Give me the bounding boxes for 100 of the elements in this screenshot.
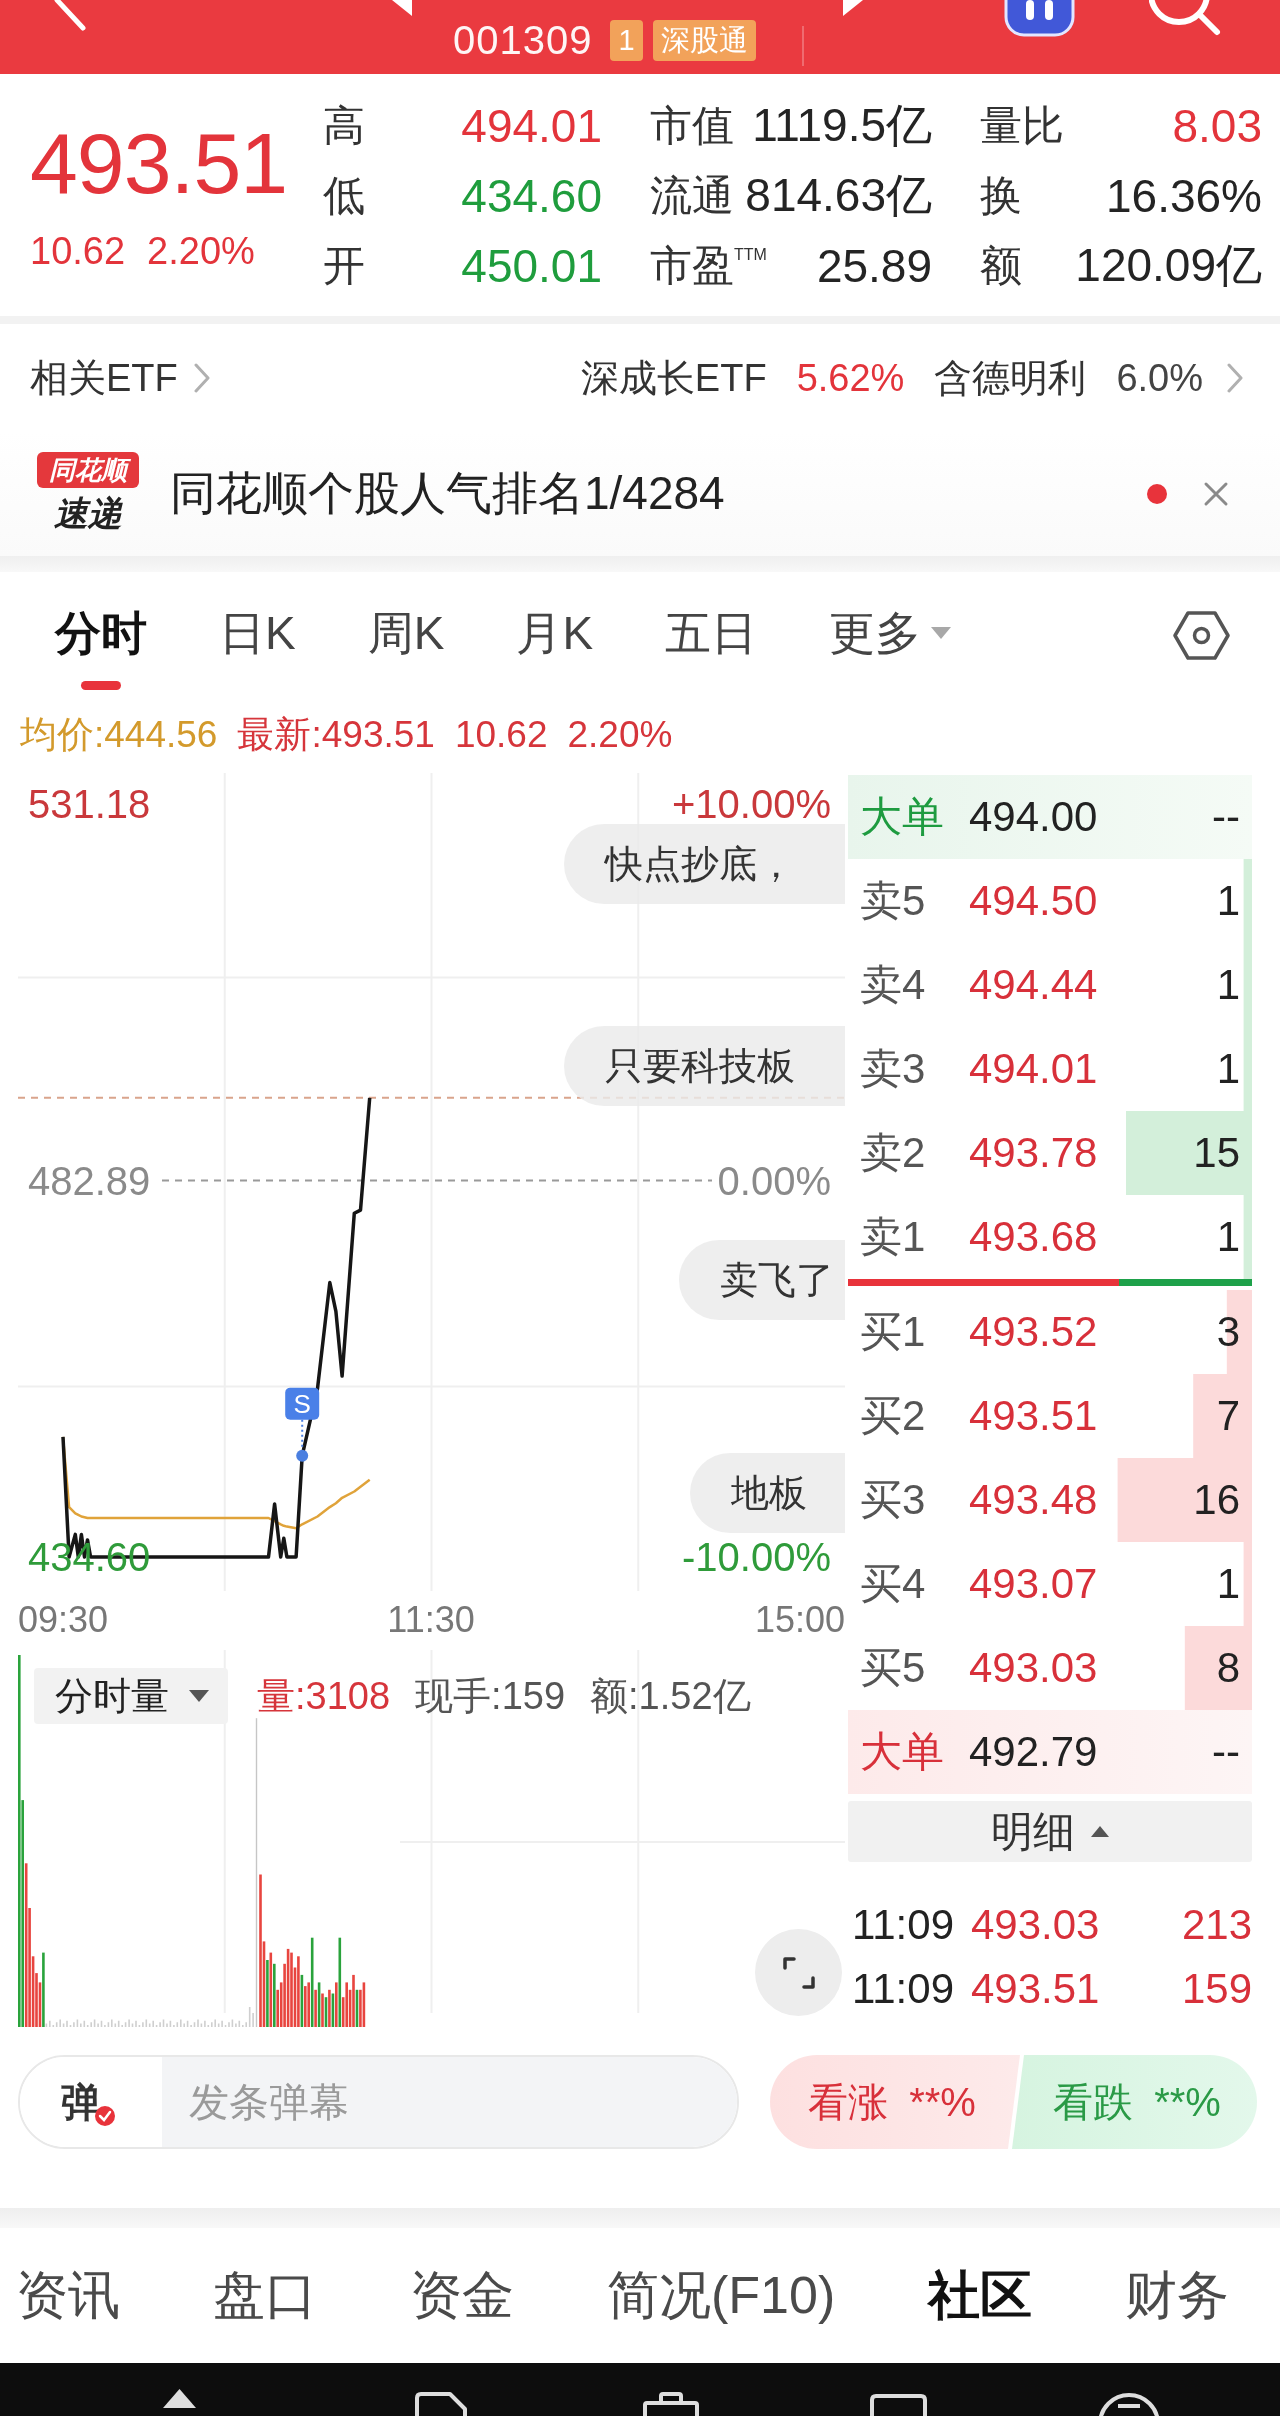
order-level-label: 买4 — [860, 1559, 927, 1609]
order-level-label: 买3 — [860, 1475, 927, 1525]
order-level-label: 买2 — [860, 1391, 927, 1441]
order-price: 494.01 — [969, 1045, 1099, 1093]
time-axis-label: 09:30 — [17, 1600, 109, 1640]
section-tab[interactable]: 简况(F10) — [607, 2260, 836, 2331]
section-tab[interactable]: 社区 — [928, 2260, 1033, 2331]
order-price: 494.44 — [969, 961, 1099, 1009]
time-axis-label: 11:30 — [387, 1600, 475, 1640]
chart-tab[interactable]: 日K — [219, 608, 296, 690]
stat-value: 25.89 — [816, 239, 932, 293]
news-headline[interactable]: 同花顺个股人气排名1/4284 — [170, 463, 725, 525]
large-order-label: 大单 — [860, 792, 945, 842]
arrow-right-icon[interactable] — [842, 0, 863, 16]
stat-label: 市值 — [650, 101, 734, 151]
volume-total: 量:3108 — [257, 1673, 391, 1719]
percent-change: 2.20% — [147, 229, 255, 273]
trade-price: 493.03 — [971, 1901, 1101, 1949]
stat-label: 市盈$^{TTM}$ — [650, 241, 767, 291]
etf-change: 6.0% — [1116, 356, 1203, 400]
stat-label: 额 — [980, 241, 1022, 291]
stat-label: 低 — [323, 171, 365, 221]
detail-toggle[interactable]: 明细 — [848, 1801, 1252, 1862]
order-level-label: 卖3 — [860, 1044, 927, 1094]
chart-tab[interactable]: 五日 — [665, 608, 758, 690]
bullish-vote-button[interactable]: 看涨 **% — [770, 2055, 1020, 2149]
chevron-right-icon[interactable] — [1227, 363, 1243, 393]
large-order-price: 492.79 — [969, 1728, 1099, 1776]
related-etf-link[interactable]: 相关ETF — [30, 352, 210, 404]
stat-value: 120.09亿 — [1075, 238, 1262, 293]
danmaku-bubble: 卖飞了 — [679, 1240, 845, 1320]
order-quantity: 7 — [1216, 1392, 1240, 1440]
current-lot: 现手:159 — [415, 1673, 566, 1719]
order-price: 493.52 — [969, 1308, 1099, 1356]
arrow-left-icon[interactable] — [392, 0, 412, 16]
time-axis-label: 15:00 — [754, 1600, 845, 1640]
stat-label: 高 — [323, 101, 365, 151]
danmaku-bubble: 地板 — [690, 1453, 845, 1533]
bag-icon[interactable] — [642, 2392, 700, 2416]
brand-logo: 同花顺 速递 — [37, 452, 139, 536]
settings-icon[interactable] — [1173, 610, 1230, 661]
robot-icon[interactable] — [1003, 0, 1075, 37]
order-quantity: 16 — [1193, 1476, 1240, 1524]
percent-axis-label: 0.00% — [717, 1160, 831, 1201]
trade-volume: 213 — [1181, 1901, 1252, 1949]
stat-value: 1119.5亿 — [752, 98, 932, 153]
last-price: 493.51 — [30, 118, 289, 208]
stat-label: 流通 — [650, 171, 734, 221]
order-quantity: 1 — [1216, 1045, 1240, 1093]
price-axis-label: 531.18 — [28, 784, 151, 824]
volume-selector[interactable]: 分时量 — [34, 1668, 228, 1724]
large-order-quantity: -- — [1212, 1728, 1240, 1776]
chevron-right-icon[interactable] — [193, 363, 210, 393]
triangle-icon[interactable] — [163, 2388, 196, 2408]
etf-name: 含德明利 — [934, 355, 1087, 401]
search-icon[interactable] — [1148, 0, 1222, 37]
order-quantity: 1 — [1216, 1213, 1240, 1261]
stat-value: 434.60 — [461, 169, 602, 223]
section-tab[interactable]: 资金 — [410, 2260, 514, 2331]
order-level-label: 卖1 — [860, 1212, 927, 1262]
danmaku-bubble: 快点抄底， — [564, 824, 845, 904]
etf-change: 5.62% — [796, 356, 905, 400]
close-icon[interactable] — [1203, 481, 1229, 507]
stock-code: 001309 — [453, 17, 593, 64]
large-order-label: 大单 — [860, 1727, 945, 1777]
trade-time: 11:09 — [852, 1965, 955, 2013]
stat-value: 16.36% — [1106, 169, 1262, 223]
chart-tab[interactable]: 周K — [367, 608, 445, 690]
stat-value: 814.63亿 — [745, 168, 932, 223]
section-tab[interactable]: 资讯 — [16, 2260, 120, 2331]
chart-tab[interactable]: 月K — [516, 608, 594, 690]
order-level-label: 卖5 — [860, 876, 927, 926]
price-axis-label: 482.89 — [28, 1160, 151, 1201]
section-tab[interactable]: 盘口 — [213, 2260, 317, 2331]
document-icon[interactable] — [414, 2392, 468, 2416]
percent-axis-label: -10.00% — [682, 1537, 831, 1577]
trade-volume: 159 — [1181, 1965, 1252, 2013]
order-price: 493.48 — [969, 1476, 1099, 1524]
order-level-label: 卖4 — [860, 960, 927, 1010]
order-quantity: 1 — [1216, 961, 1240, 1009]
latest-price: 最新:493.51 — [237, 713, 435, 757]
trade-price: 493.51 — [971, 1965, 1101, 2013]
order-quantity: 15 — [1193, 1129, 1240, 1177]
order-price: 494.50 — [969, 877, 1099, 925]
stat-value: 450.01 — [461, 239, 602, 293]
stat-value: 494.01 — [461, 99, 602, 153]
chart-tab[interactable]: 更多 — [829, 608, 952, 690]
back-icon[interactable] — [53, 0, 86, 33]
trade-time: 11:09 — [852, 1901, 955, 1949]
stat-label: 量比 — [980, 101, 1064, 151]
price-change: 10.62 — [30, 229, 126, 273]
order-quantity: 3 — [1216, 1308, 1240, 1356]
section-tab[interactable]: 财务 — [1125, 2260, 1230, 2331]
percent-axis-label: +10.00% — [671, 784, 831, 824]
order-price: 493.68 — [969, 1213, 1099, 1261]
chart-tab[interactable]: 分时 — [55, 608, 147, 690]
danmaku-bubble: 只要科技板 — [564, 1026, 845, 1106]
comment-input[interactable]: 发条弹幕 — [162, 2057, 737, 2147]
stat-label: 换 — [980, 171, 1022, 221]
order-quantity: 1 — [1216, 877, 1240, 925]
